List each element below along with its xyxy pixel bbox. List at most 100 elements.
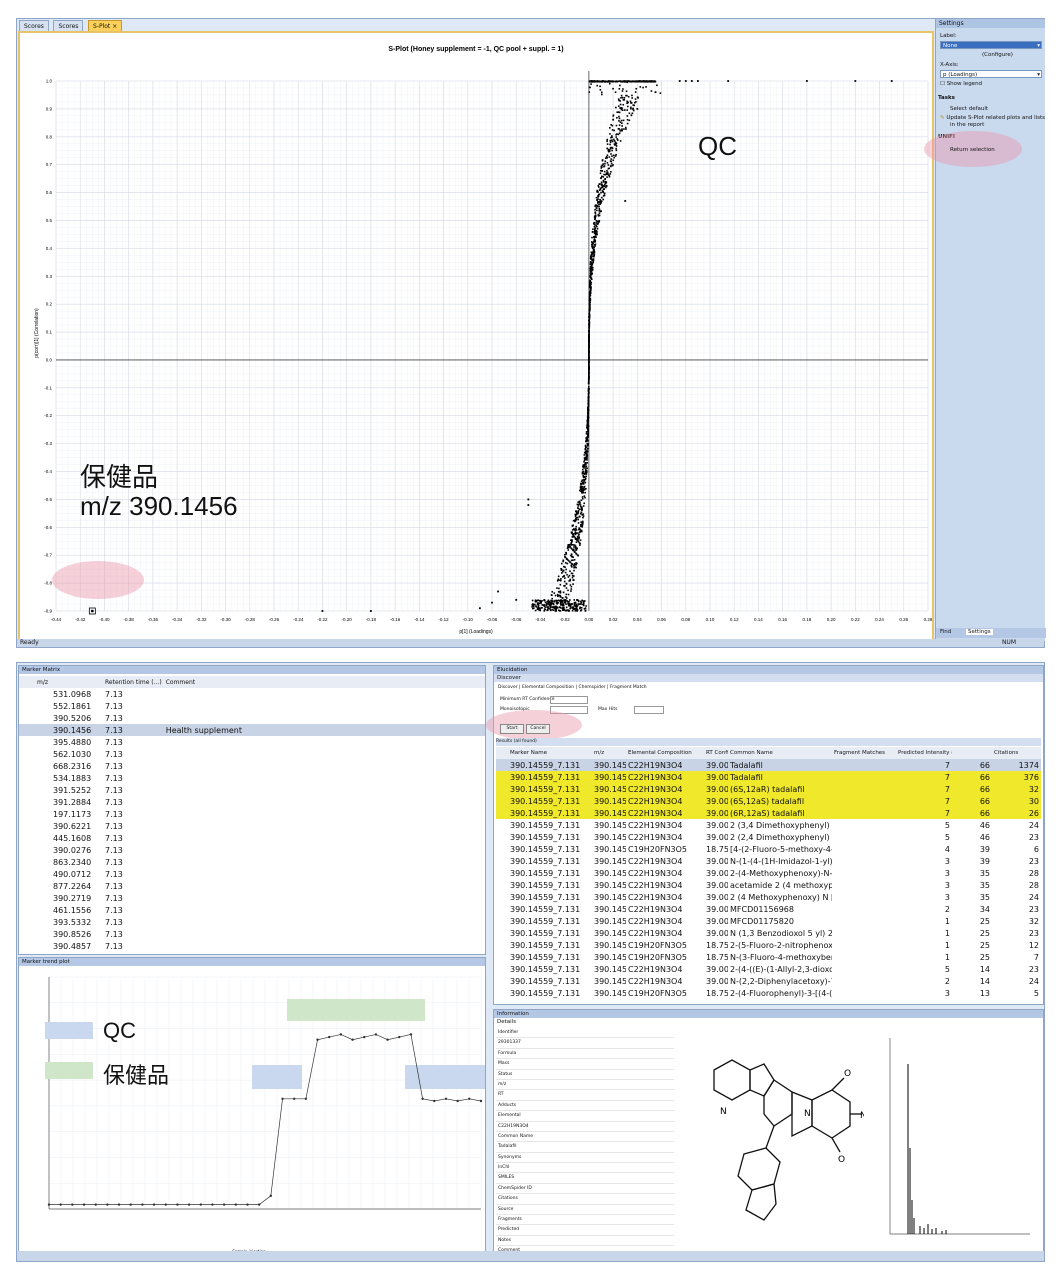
trend-point <box>222 1203 226 1206</box>
task-update[interactable]: ✎ Update S-Plot related plots and lists <box>940 115 1045 121</box>
col-rt[interactable]: Retention time (...) <box>103 676 164 688</box>
table-row[interactable]: 390.2719 7.13 <box>19 892 485 904</box>
table-row[interactable]: 490.0712 7.13 <box>19 868 485 880</box>
col-comment[interactable]: Comment <box>164 676 485 688</box>
configure-link[interactable]: (Configure) <box>982 52 1013 58</box>
list-item[interactable]: Source <box>496 1205 674 1216</box>
table-row[interactable]: 390.14559_7.131 390.1456 C22H19N3O4 39.0… <box>496 831 1041 843</box>
table-row[interactable]: 395.4880 7.13 <box>19 736 485 748</box>
list-item[interactable]: SMILES <box>496 1173 674 1184</box>
table-row[interactable]: 390.14559_7.131 390.1456 C22H19N3O4 39.0… <box>496 963 1041 975</box>
list-item[interactable]: ChemSpider ID <box>496 1184 674 1195</box>
list-item[interactable]: Synonyms <box>496 1153 674 1164</box>
label-combo[interactable]: None ▾ <box>940 41 1042 49</box>
col-fragment-matches[interactable]: Fragment Matches <box>832 747 896 759</box>
status-bar: Ready NUM <box>17 639 1044 647</box>
col-marker-name[interactable]: Marker Name <box>508 747 592 759</box>
min-rt-input[interactable] <box>550 696 588 704</box>
table-row[interactable]: 390.6221 7.13 <box>19 820 485 832</box>
col-cand-mz[interactable]: m/z <box>592 747 626 759</box>
col-predicted[interactable]: Predicted Intensity (%) <box>896 747 952 759</box>
list-item[interactable]: C22H19N3O4 <box>496 1122 674 1132</box>
col-mz[interactable]: m/z <box>35 676 103 688</box>
table-row[interactable]: 668.2316 7.13 <box>19 760 485 772</box>
list-item[interactable]: Common Name <box>496 1132 674 1143</box>
table-row[interactable]: 390.0276 7.13 <box>19 844 485 856</box>
table-row[interactable]: 390.14559_7.131 390.1456 C22H19N3O4 39.0… <box>496 915 1041 927</box>
table-row[interactable]: 390.14559_7.131 390.1456 C22H19N3O4 39.0… <box>496 759 1041 771</box>
table-row[interactable]: 390.14559_7.131 390.1456 C19H20FN3O5 18.… <box>496 987 1041 999</box>
show-legend-checkbox[interactable]: ☐ Show legend <box>940 81 982 87</box>
table-row[interactable]: 445.1608 7.13 <box>19 832 485 844</box>
list-item[interactable]: Elemental <box>496 1111 674 1122</box>
col-rt-conf[interactable]: RT Confidence <box>704 747 728 759</box>
table-row[interactable]: 461.1556 7.13 <box>19 904 485 916</box>
col-common-name[interactable]: Common Name <box>728 747 832 759</box>
table-row[interactable]: 393.5332 7.13 <box>19 916 485 928</box>
list-item[interactable]: Formula <box>496 1049 674 1060</box>
table-row[interactable]: 390.1456 7.13 Health supplement <box>19 724 485 736</box>
table-row[interactable]: 390.14559_7.131 390.1456 C19H20FN3O5 18.… <box>496 843 1041 855</box>
list-item[interactable]: m/z <box>496 1080 674 1091</box>
table-row[interactable]: 390.14559_7.131 390.1456 C22H19N3O4 39.0… <box>496 771 1041 783</box>
cancel-button[interactable]: Cancel <box>526 724 550 734</box>
trend-chart[interactable]: Sample injection <box>19 967 485 1257</box>
aryl-bond <box>765 1125 775 1149</box>
table-row[interactable]: 390.14559_7.131 390.1456 C22H19N3O4 39.0… <box>496 867 1041 879</box>
list-item[interactable]: Predicted <box>496 1225 674 1236</box>
xaxis-combo[interactable]: p (Loadings) ▾ <box>940 70 1042 78</box>
close-icon[interactable]: × <box>112 23 117 30</box>
list-item[interactable]: InChI <box>496 1163 674 1174</box>
cand-mz: 390.1456 <box>594 928 626 938</box>
list-item[interactable]: Notes <box>496 1236 674 1247</box>
list-item[interactable]: Adducts <box>496 1101 674 1112</box>
list-item[interactable]: Tadalafil <box>496 1142 674 1153</box>
discover-tab-label[interactable]: Discover <box>498 685 518 690</box>
table-row[interactable]: 390.14559_7.131 390.1456 C22H19N3O4 39.0… <box>496 927 1041 939</box>
task-select-default[interactable]: Select default <box>950 106 988 112</box>
table-row[interactable]: 391.5252 7.13 <box>19 784 485 796</box>
table-row[interactable]: 391.2884 7.13 <box>19 796 485 808</box>
table-row[interactable]: 390.8526 7.13 <box>19 928 485 940</box>
table-row[interactable]: 390.14559_7.131 390.1456 C22H19N3O4 39.0… <box>496 891 1041 903</box>
table-row[interactable]: 863.2340 7.13 <box>19 856 485 868</box>
table-row[interactable]: 531.0968 7.13 <box>19 688 485 700</box>
tab-chemspider[interactable]: Chemspider <box>579 685 606 690</box>
list-item[interactable]: Mass <box>496 1059 674 1070</box>
table-row[interactable]: 390.14559_7.131 390.1456 C22H19N3O4 39.0… <box>496 975 1041 987</box>
tab-find[interactable]: Find <box>940 629 951 635</box>
list-item[interactable]: 29301337 <box>496 1038 674 1049</box>
table-row[interactable]: 390.14559_7.131 390.1456 C22H19N3O4 39.0… <box>496 879 1041 891</box>
return-selection-button[interactable]: Return selection <box>950 147 995 153</box>
table-row[interactable]: 390.14559_7.131 390.1456 C19H20FN3O5 18.… <box>496 951 1041 963</box>
table-row[interactable]: 390.14559_7.131 390.1456 C22H19N3O4 39.0… <box>496 795 1041 807</box>
table-row[interactable]: 390.4857 7.13 <box>19 940 485 952</box>
table-row[interactable]: 534.1883 7.13 <box>19 772 485 784</box>
list-item[interactable]: Fragments <box>496 1215 674 1226</box>
table-row[interactable]: 390.14559_7.131 390.1456 C22H19N3O4 39.0… <box>496 855 1041 867</box>
task-update-label-2: in the report <box>950 122 985 128</box>
col-elemental[interactable]: Elemental Composition <box>626 747 704 759</box>
list-item[interactable]: Identifier <box>496 1028 674 1039</box>
tab-fragment[interactable]: Fragment Match <box>610 685 647 690</box>
table-row[interactable]: 552.1861 7.13 <box>19 700 485 712</box>
start-button[interactable]: Start <box>500 724 524 734</box>
tab-elemental[interactable]: Elemental Composition <box>522 685 574 690</box>
list-item[interactable]: RT <box>496 1090 674 1101</box>
x-tick-label: 0.14 <box>754 617 763 622</box>
table-row[interactable]: 390.5206 7.13 <box>19 712 485 724</box>
col-citations[interactable]: Citations <box>992 747 1041 759</box>
table-row[interactable]: 390.14559_7.131 390.1456 C22H19N3O4 39.0… <box>496 783 1041 795</box>
table-row[interactable]: 390.14559_7.131 390.1456 C22H19N3O4 39.0… <box>496 807 1041 819</box>
tab-settings-panel[interactable]: Settings <box>966 629 993 635</box>
table-row[interactable]: 390.14559_7.131 390.1456 C19H20FN3O5 18.… <box>496 939 1041 951</box>
max-hits-input[interactable] <box>634 706 664 714</box>
list-item[interactable]: Status <box>496 1070 674 1080</box>
splot-chart[interactable]: S-Plot (Honey supplement = -1, QC pool +… <box>20 33 932 639</box>
table-row[interactable]: 562.1030 7.13 <box>19 748 485 760</box>
table-row[interactable]: 197.1173 7.13 <box>19 808 485 820</box>
list-item[interactable]: Citations <box>496 1194 674 1205</box>
table-row[interactable]: 390.14559_7.131 390.1456 C22H19N3O4 39.0… <box>496 819 1041 831</box>
table-row[interactable]: 390.14559_7.131 390.1456 C22H19N3O4 39.0… <box>496 903 1041 915</box>
table-row[interactable]: 877.2264 7.13 <box>19 880 485 892</box>
